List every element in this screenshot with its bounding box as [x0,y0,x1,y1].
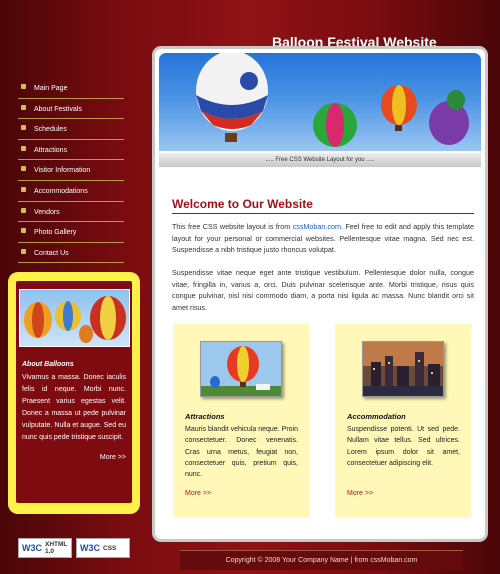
nav-item-visitor-information[interactable]: Visitor Information [18,160,124,181]
feature-title: Accommodation [347,412,406,421]
attractions-more-link[interactable]: More >> [185,490,211,497]
feature-title: Attractions [185,412,225,421]
xhtml-valid-badge[interactable]: W3C XHTML 1.0 [18,538,72,558]
page-heading: Welcome to Our Website [172,197,474,214]
w3c-logo: W3C [22,543,42,553]
accommodation-feature: Accommodation Suspendisse potenti. Ut se… [335,324,471,517]
balloons-photo [19,289,130,347]
nav-item-accommodations[interactable]: Accommodations [18,181,124,202]
badge-label: CSS [103,544,117,552]
sidebar-text: Vivamus a massa. Donec iaculis felis id … [22,374,126,441]
main-nav: Main Page About Festivals Schedules Attr… [18,78,124,264]
about-balloons-panel: About Balloons Vivamus a massa. Donec ia… [16,281,132,503]
about-balloons-box: About Balloons Vivamus a massa. Donec ia… [8,272,140,514]
cssmoban-link[interactable]: cssMoban.com [293,222,341,231]
header-banner [159,53,481,151]
nav-item-photo-gallery[interactable]: Photo Gallery [18,222,124,243]
nav-item-contact-us[interactable]: Contact Us [18,243,124,264]
intro-paragraph: This free CSS website layout is from css… [172,222,474,254]
sidebar-title: About Balloons [22,361,74,368]
accommodation-more-link[interactable]: More >> [347,490,373,497]
badge-label: XHTML 1.0 [45,541,68,555]
nav-item-schedules[interactable]: Schedules [18,119,124,140]
attractions-photo [200,341,282,397]
second-paragraph: Suspendisse vitae neque eget ante tristi… [172,268,474,312]
banner-caption: ..... Free CSS Website Layout for you ..… [159,153,481,167]
accommodation-photo [362,341,444,397]
w3c-logo: W3C [80,543,100,553]
attractions-feature: Attractions Mauris blandit vehicula nequ… [173,324,309,517]
feature-text: Mauris blandit vehicula neque. Proin con… [185,426,298,479]
main-content: ..... Free CSS Website Layout for you ..… [152,46,488,542]
nav-item-attractions[interactable]: Attractions [18,140,124,161]
sidebar-more-link[interactable]: More >> [22,454,126,461]
feature-text: Suspendisse potenti. Ut sed pede. Nullam… [347,426,460,467]
nav-item-about-festivals[interactable]: About Festivals [18,99,124,120]
nav-item-vendors[interactable]: Vendors [18,202,124,223]
footer: Copyright © 2008 Your Company Name | fro… [180,550,463,570]
nav-item-main-page[interactable]: Main Page [18,78,124,99]
css-valid-badge[interactable]: W3C CSS [76,538,130,558]
